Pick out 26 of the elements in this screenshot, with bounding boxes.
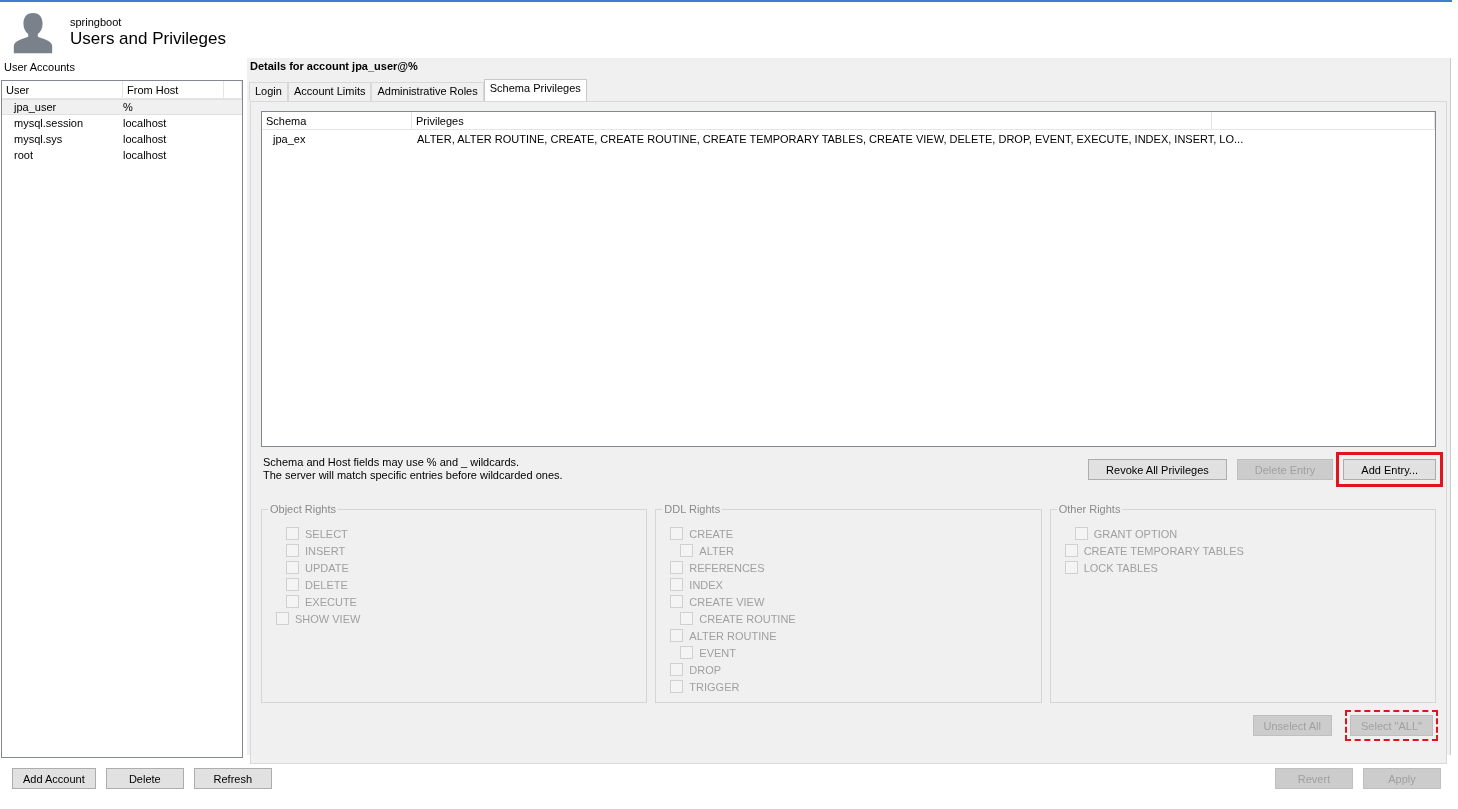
- account-row[interactable]: mysql.sys localhost: [2, 131, 242, 147]
- page-title: Users and Privileges: [70, 29, 226, 49]
- details-title: Details for account jpa_user@%: [249, 59, 419, 74]
- column-header[interactable]: Privileges: [412, 112, 1212, 129]
- action-button[interactable]: Delete: [105, 768, 184, 789]
- group-title: Object Rights: [268, 503, 339, 515]
- tab[interactable]: Schema Privileges: [483, 79, 587, 101]
- account-row[interactable]: mysql.session localhost: [2, 115, 242, 131]
- table-cell-text: jpa_ex: [271, 133, 307, 145]
- group-title: Other Rights: [1056, 503, 1123, 515]
- column-header[interactable]: Schema: [262, 112, 412, 129]
- tab[interactable]: Administrative Roles: [371, 82, 484, 101]
- hint-text: The server will match specific entries before wildcarded ones.: [262, 469, 563, 482]
- account-row[interactable]: root localhost: [2, 147, 242, 163]
- table-cell-text: ALTER, ALTER ROUTINE, CREATE, CREATE ROUTINE, CREATE TEMPORARY TABLES, CREATE VIEW, DELETE, DROP, EVENT, EXECUTE, INDEX, INSERT, LO...: [416, 133, 1244, 145]
- tab[interactable]: Account Limits: [287, 82, 372, 101]
- action-button[interactable]: Add Account: [12, 768, 96, 789]
- group-title: DDL Rights: [662, 503, 723, 515]
- action-button[interactable]: Revoke All Privileges: [1088, 459, 1227, 480]
- action-button[interactable]: Refresh: [193, 768, 272, 789]
- section-label: User Accounts: [3, 60, 76, 75]
- column-header[interactable]: User: [2, 81, 123, 98]
- connection-name: springboot: [70, 16, 123, 28]
- tab[interactable]: Login: [249, 82, 288, 101]
- hint-text: Schema and Host fields may use % and _ wildcards.: [262, 456, 521, 469]
- column-header[interactable]: From Host: [123, 81, 224, 98]
